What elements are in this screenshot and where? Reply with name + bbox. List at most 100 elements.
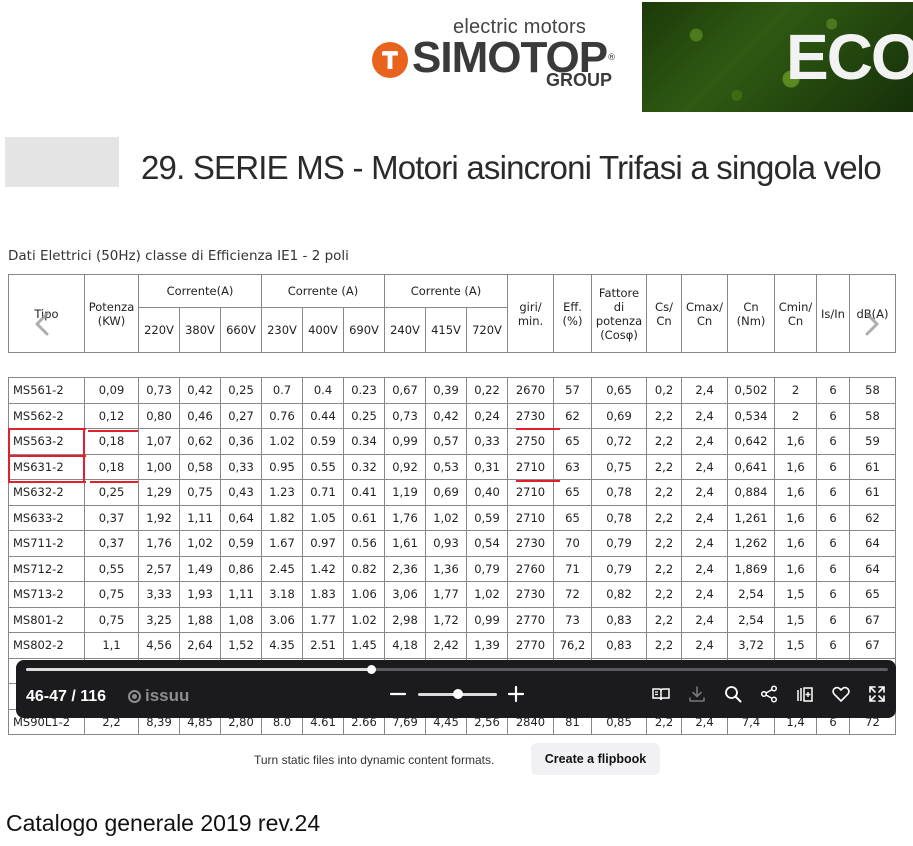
table-cell: 61	[849, 479, 896, 506]
table-cell: 0,79	[466, 555, 508, 582]
table-cell: 0,43	[220, 479, 262, 506]
table-cell: 3,33	[138, 581, 180, 608]
cell-model: MS632-2	[8, 479, 85, 506]
page-progress-bar[interactable]	[26, 665, 888, 674]
table-cell: 2,2	[646, 428, 682, 455]
table-cell: 1.42	[302, 555, 344, 582]
like-button[interactable]	[831, 684, 851, 704]
table-cell: 0,73	[138, 377, 180, 404]
table-cell: 2710	[507, 504, 554, 531]
table-cell: 2,4	[681, 428, 728, 455]
fullscreen-icon	[869, 686, 885, 702]
search-button[interactable]	[723, 684, 743, 704]
table-cell: 2,2	[646, 606, 682, 633]
table-cell: 2,4	[681, 479, 728, 506]
table-cell: 1,02	[425, 504, 467, 531]
fullscreen-button[interactable]	[867, 684, 887, 704]
table-cell: 1.05	[302, 504, 344, 531]
table-cell: 1,93	[179, 581, 221, 608]
next-page-button[interactable]	[858, 311, 884, 337]
table-cell: 0,72	[591, 428, 647, 455]
share-icon	[760, 685, 778, 703]
table-cell: 0.32	[343, 453, 385, 480]
table-cell: 1,6	[774, 504, 817, 531]
table-cell: 0,67	[384, 377, 426, 404]
table-cell: 0,55	[84, 555, 139, 582]
table-cell: 0,22	[466, 377, 508, 404]
table-cell: 4.35	[261, 632, 303, 659]
red-box-right	[83, 428, 85, 483]
table-cell: 6	[816, 479, 850, 506]
zoom-slider[interactable]	[418, 689, 497, 699]
table-cell: 0,37	[84, 504, 139, 531]
table-cell: 0.34	[343, 428, 385, 455]
table-cell: 1,6	[774, 479, 817, 506]
table-cell: 62	[849, 504, 896, 531]
zoom-in-button[interactable]	[506, 684, 526, 704]
table-cell: 0,78	[591, 479, 647, 506]
previous-page-button[interactable]	[30, 311, 56, 337]
table-cell: 0,42	[179, 377, 221, 404]
table-cell: 2730	[507, 402, 554, 429]
table-cell: 1,261	[727, 504, 775, 531]
table-cell: 2,2	[646, 632, 682, 659]
table-cell: 0,2	[646, 377, 682, 404]
table-cell: 0,534	[727, 402, 775, 429]
table-cell: 2,4	[681, 606, 728, 633]
table-cell: 0,73	[384, 402, 426, 429]
section-number-block	[5, 137, 119, 187]
create-flipbook-button[interactable]: Create a flipbook	[531, 743, 660, 775]
cell-model: MS712-2	[8, 555, 85, 582]
table-cell: 2730	[507, 530, 554, 557]
zoom-slider-handle[interactable]	[452, 689, 463, 699]
page-progress-handle[interactable]	[366, 665, 376, 674]
table-cell: 2,4	[681, 504, 728, 531]
table-cell: 2.45	[261, 555, 303, 582]
table-cell: 2,4	[681, 555, 728, 582]
table-cell: 64	[849, 530, 896, 557]
table-cell: 0,79	[591, 555, 647, 582]
table-cell: 0.25	[343, 402, 385, 429]
issuu-logo: issuu	[128, 686, 189, 706]
share-button[interactable]	[759, 684, 779, 704]
download-icon	[689, 686, 705, 702]
header-corrente-a: Corrente(A)	[138, 274, 262, 308]
table-cell: 2,4	[681, 402, 728, 429]
table-cell: 0.41	[343, 479, 385, 506]
table-cell: 6	[816, 530, 850, 557]
table-cell: 76,2	[553, 632, 592, 659]
zoom-out-button[interactable]	[388, 684, 408, 704]
viewer-toolbar: 46-47 / 116 issuu	[16, 660, 896, 718]
table-cell: 0.7	[261, 377, 303, 404]
table-cell: 1,5	[774, 581, 817, 608]
minus-icon	[389, 692, 407, 696]
add-to-stack-button[interactable]	[795, 684, 815, 704]
table-cell: 1,39	[466, 632, 508, 659]
table-cell: 0,59	[466, 504, 508, 531]
cell-model: MS563-2	[8, 428, 85, 455]
table-cell: 1,5	[774, 606, 817, 633]
table-cell: 0,40	[466, 479, 508, 506]
table-cell: 0,75	[591, 453, 647, 480]
table-cell: 1,88	[179, 606, 221, 633]
table-cell: 0,69	[425, 479, 467, 506]
table-cell: 3.06	[261, 606, 303, 633]
table-cell: 4,56	[138, 632, 180, 659]
cell-model: MS711-2	[8, 530, 85, 557]
header-voltage: 230V	[261, 307, 303, 353]
table-cell: 0,27	[220, 402, 262, 429]
table-cell: 6	[816, 377, 850, 404]
table-cell: 2730	[507, 581, 554, 608]
table-cell: 2,4	[681, 453, 728, 480]
header-cs: Cs/Cn	[646, 274, 682, 353]
table-cell: 2770	[507, 606, 554, 633]
reader-mode-button[interactable]	[651, 684, 671, 704]
table-cell: 1,6	[774, 530, 817, 557]
table-cell: 0,884	[727, 479, 775, 506]
table-cell: 1.02	[261, 428, 303, 455]
table-row: MS713-2 0,75 3,33 1,93 1,11 3.18 1.83 1.06 3,06 1…	[8, 581, 896, 608]
download-button[interactable]	[687, 684, 707, 704]
table-cell: 6	[816, 555, 850, 582]
table-cell: 62	[553, 402, 592, 429]
table-cell: 0,57	[425, 428, 467, 455]
